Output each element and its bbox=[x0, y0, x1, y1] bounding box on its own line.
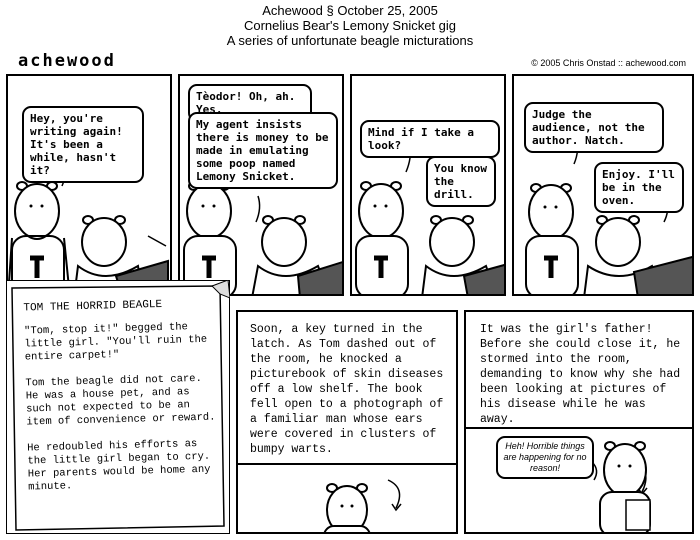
speech-bubble-teodor: Hey, you're writing again! It's been a w… bbox=[22, 106, 144, 183]
speech-bubble-teodor: Heh! Horrible things are happening for n… bbox=[496, 436, 594, 479]
manuscript-paragraph: "Tom, stop it!" begged the little girl. … bbox=[23, 321, 208, 364]
teodor-bear-figure bbox=[323, 483, 371, 532]
speech-bubble-teodor: Mind if I take a look? bbox=[360, 120, 500, 158]
panel-5-manuscript: TOM THE HORRID BEAGLE "Tom, stop it!" be… bbox=[6, 280, 230, 534]
comic-subtitle: A series of unfortunate beagle micturati… bbox=[226, 33, 474, 48]
copyright-notice: © 2005 Chris Onstad :: achewood.com bbox=[531, 58, 686, 68]
speech-bubble-cornelius: You know the drill. bbox=[426, 156, 496, 207]
panel-1: Hey, you're writing again! It's been a w… bbox=[6, 74, 172, 296]
comic-date-title: Achewood § October 25, 2005 bbox=[262, 3, 438, 18]
teodor-bear-figure bbox=[599, 441, 651, 532]
panel-4: Judge the audience, not the author. Natc… bbox=[512, 74, 694, 296]
manuscript-paragraph: Tom the beagle did not care. He was a ho… bbox=[25, 372, 216, 429]
cornelius-bear-figure bbox=[421, 215, 504, 294]
panel-3: Mind if I take a look? You know the dril… bbox=[350, 74, 506, 296]
speech-bubble-cornelius: Enjoy. I'll be in the oven. bbox=[594, 162, 684, 213]
panel-7: It was the girl's father! Before she cou… bbox=[464, 310, 694, 534]
speech-bubble-cornelius-2: My agent insists there is money to be ma… bbox=[188, 112, 338, 189]
achewood-logo: achewood bbox=[18, 51, 116, 71]
narration-text: It was the girl's father! Before she cou… bbox=[480, 323, 681, 426]
manuscript-text: TOM THE HORRID BEAGLE "Tom, stop it!" be… bbox=[23, 298, 220, 508]
manuscript-paragraph: He redoubled his efforts as the little g… bbox=[27, 438, 211, 494]
cornelius-bear-figure bbox=[251, 215, 342, 294]
narration-text: Soon, a key turned in the latch. As Tom … bbox=[250, 323, 444, 456]
teodor-bear-figure bbox=[355, 181, 409, 294]
panel-2: Tèodor! Oh, ah. Yes. My agent insists th… bbox=[178, 74, 344, 296]
teodor-bear-figure bbox=[183, 181, 237, 294]
teodor-bear-figure bbox=[8, 181, 71, 294]
teodor-bear-figure bbox=[525, 183, 579, 294]
cornelius-bear-figure bbox=[583, 215, 692, 294]
speech-bubble-teodor: Judge the audience, not the author. Natc… bbox=[524, 102, 664, 153]
comic-strip-title: Cornelius Bear's Lemony Snicket gig bbox=[243, 18, 457, 33]
panel-6: Soon, a key turned in the latch. As Tom … bbox=[236, 310, 458, 534]
